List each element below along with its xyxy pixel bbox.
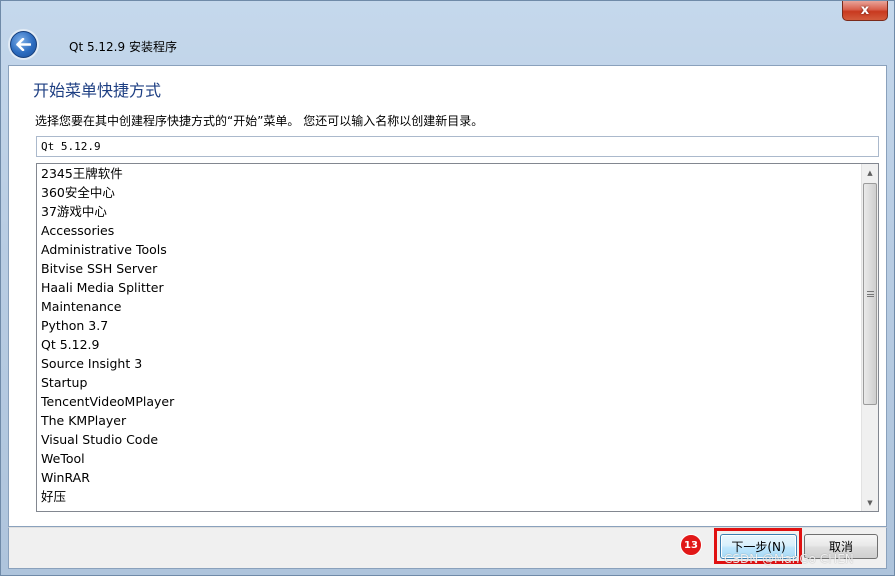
scroll-down-button[interactable]: ▼	[862, 494, 878, 511]
list-item[interactable]: 好压	[41, 487, 861, 506]
arrow-up-icon: ▲	[867, 168, 873, 177]
content-panel: 开始菜单快捷方式 选择您要在其中创建程序快捷方式的“开始”菜单。 您还可以输入名…	[8, 65, 887, 527]
list-item[interactable]: WeTool	[41, 449, 861, 468]
grip-icon	[866, 291, 874, 297]
close-icon: x	[860, 3, 870, 18]
start-menu-folder-input[interactable]	[36, 136, 879, 157]
list-item[interactable]: Administrative Tools	[41, 240, 861, 259]
list-item[interactable]: Haali Media Splitter	[41, 278, 861, 297]
page-title: 开始菜单快捷方式	[33, 81, 162, 100]
list-item[interactable]: 360安全中心	[41, 183, 861, 202]
watermark: CSDN @ManGo CHEN	[724, 552, 854, 566]
list-item[interactable]: Maintenance	[41, 297, 861, 316]
back-button[interactable]	[10, 31, 37, 58]
back-arrow-icon	[16, 38, 31, 51]
arrow-down-icon: ▼	[867, 498, 873, 507]
list-item[interactable]: Visual Studio Code	[41, 430, 861, 449]
list-item[interactable]: Accessories	[41, 221, 861, 240]
list-item[interactable]: Python 3.7	[41, 316, 861, 335]
window-title: Qt 5.12.9 安装程序	[69, 40, 177, 54]
list-item[interactable]: 2345王牌软件	[41, 164, 861, 183]
folder-list-items: 2345王牌软件 360安全中心 37游戏中心 Accessories Administ…	[41, 164, 861, 506]
scroll-thumb[interactable]	[863, 183, 877, 405]
list-item[interactable]: 37游戏中心	[41, 202, 861, 221]
list-item[interactable]: Qt 5.12.9	[41, 335, 861, 354]
list-item[interactable]: Source Insight 3	[41, 354, 861, 373]
list-item[interactable]: Startup	[41, 373, 861, 392]
step-number-badge: 13	[680, 534, 702, 556]
list-item[interactable]: Bitvise SSH Server	[41, 259, 861, 278]
list-item[interactable]: TencentVideoMPlayer	[41, 392, 861, 411]
scroll-up-button[interactable]: ▲	[862, 164, 878, 181]
list-item[interactable]: The KMPlayer	[41, 411, 861, 430]
vertical-scrollbar[interactable]: ▲ ▼	[861, 164, 878, 511]
instruction-text: 选择您要在其中创建程序快捷方式的“开始”菜单。 您还可以输入名称以创建新目录。	[35, 114, 484, 128]
close-button[interactable]: x	[842, 1, 888, 21]
list-item[interactable]: WinRAR	[41, 468, 861, 487]
start-menu-folder-list[interactable]: 2345王牌软件 360安全中心 37游戏中心 Accessories Administ…	[36, 163, 879, 512]
